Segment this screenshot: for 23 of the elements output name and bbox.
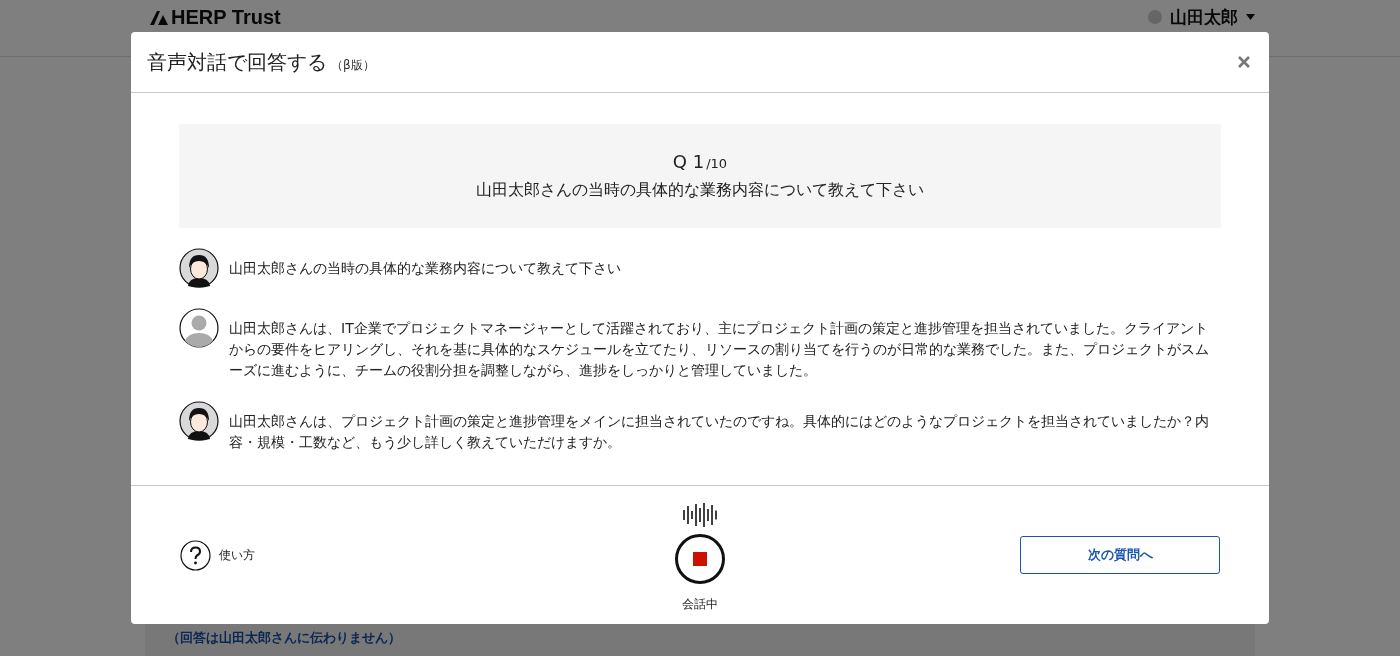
status-label: 会話中 <box>682 595 718 613</box>
question-text: 山田太郎さんの当時の具体的な業務内容について教えて下さい <box>476 180 924 201</box>
help-button[interactable]: 使い方 <box>180 539 255 571</box>
help-icon[interactable] <box>180 539 211 571</box>
soundwave-icon <box>682 501 718 528</box>
user-avatar <box>1148 10 1162 24</box>
next-question-button[interactable]: 次の質問へ <box>1020 536 1220 574</box>
message-text: 山田太郎さんは、プロジェクト計画の策定と進捗管理をメインに担当されていたのですね。具体的にはどのようなプロジェクトを担当されていましたか？内容・規模・工数など、もう少し詳しく教えていただけますか。 <box>229 412 1210 452</box>
logo-text: HERP Trust <box>171 6 281 28</box>
message-text: 山田太郎さんは、IT企業でプロジェクトマネージャーとして活躍されており、主にプロジェクト計画の策定と進捗管理を担当されていました。クライアントからの要件をヒアリングし、それを基に具体的なスケジュールを立てたり、リソースの割り当てを行うのが日常的な業務でした。また、プロジェクトがスムーズに進むように、チームの役割分担を調整しながら、進捗をしっかりと管理していました。 <box>229 319 1210 380</box>
message-text: 山田太郎さんの当時の具体的な業務内容について教えて下さい <box>229 259 621 278</box>
caret-icon[interactable] <box>1246 14 1255 20</box>
cartoon-avatar-icon <box>179 248 219 288</box>
user-avatar-icon <box>179 308 219 348</box>
cartoon-avatar-icon <box>179 401 219 441</box>
question-number: Q 1 <box>672 151 705 172</box>
user-name[interactable]: 山田太郎 <box>1170 6 1238 28</box>
dialog-title: 音声対話で回答する <box>147 48 327 76</box>
question-total: /10 <box>706 156 728 171</box>
beta-tag: （β版） <box>331 56 375 74</box>
notice-text: （回答は山田太郎さんに伝わりません） <box>167 629 401 647</box>
logo-icon <box>150 9 168 25</box>
stop-button[interactable] <box>675 533 725 584</box>
